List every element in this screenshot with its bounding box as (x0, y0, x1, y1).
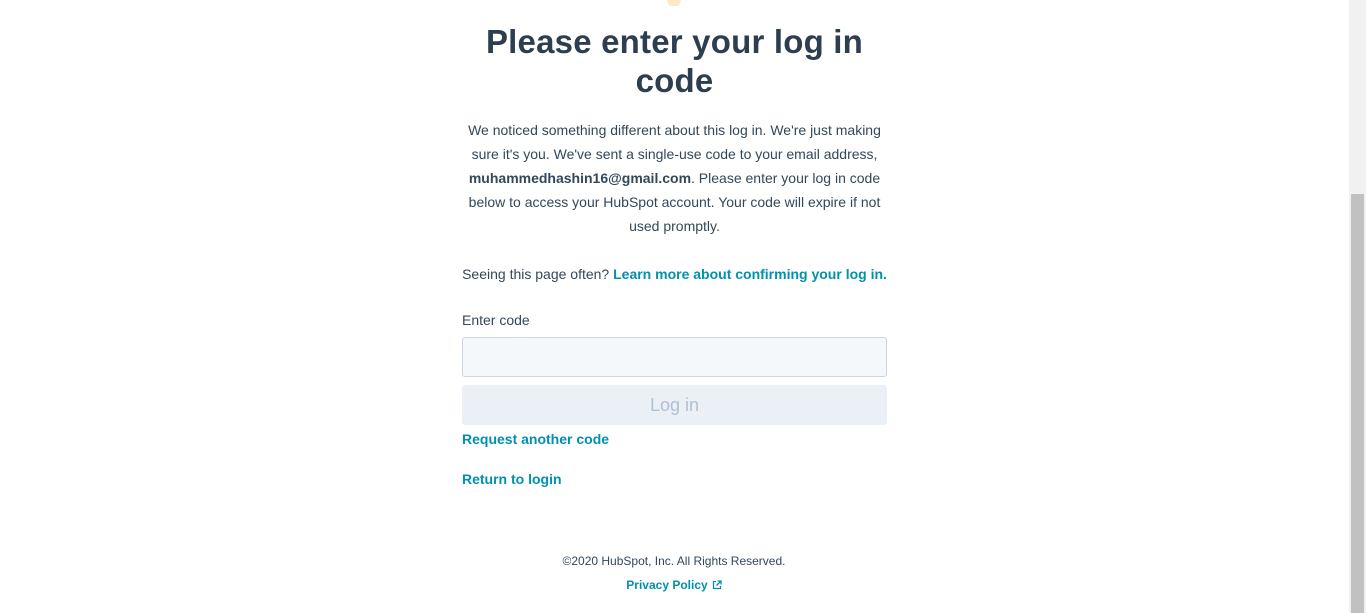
code-input[interactable] (462, 337, 887, 377)
verification-description: We noticed something different about thi… (462, 118, 887, 238)
copyright-text: ©2020 HubSpot, Inc. All Rights Reserved. (562, 554, 786, 568)
login-code-page: Please enter your log in code We noticed… (0, 0, 1366, 613)
logo-icon (662, 0, 686, 6)
privacy-policy-label: Privacy Policy (626, 578, 708, 592)
scrollbar-thumb[interactable] (1351, 194, 1364, 613)
footer: ©2020 HubSpot, Inc. All Rights Reserved.… (0, 551, 1348, 595)
page-title: Please enter your log in code (485, 23, 864, 99)
external-link-icon (712, 580, 722, 590)
request-another-code-link[interactable]: Request another code (462, 429, 887, 449)
user-email: muhammedhashin16@gmail.com (468, 170, 692, 186)
privacy-policy-link[interactable]: Privacy Policy (626, 575, 722, 595)
page-scrollbar[interactable] (1349, 0, 1366, 613)
code-field-label: Enter code (462, 312, 530, 328)
learn-more-link[interactable]: Learn more about confirming your log in. (613, 266, 887, 282)
return-to-login-link[interactable]: Return to login (462, 469, 887, 489)
login-code-card: Please enter your log in code We noticed… (462, 22, 887, 489)
help-prefix: Seeing this page often? (462, 266, 614, 282)
help-text: Seeing this page often? Learn more about… (462, 262, 887, 286)
login-button[interactable]: Log in (462, 385, 887, 425)
description-text-start: We noticed something different about thi… (468, 122, 881, 162)
